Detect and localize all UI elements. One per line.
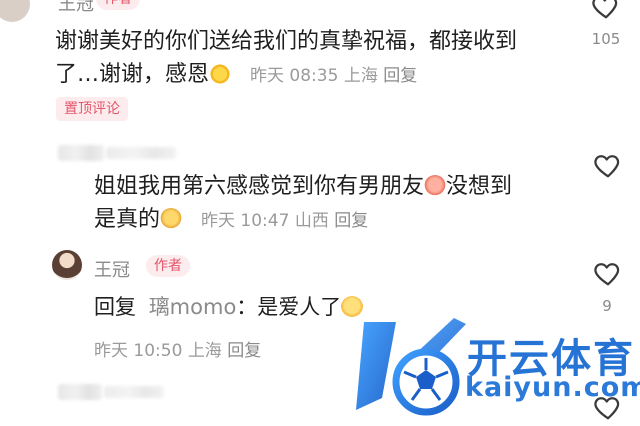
reply-link[interactable]: 回复 xyxy=(334,211,368,231)
reply-link[interactable]: 回复 xyxy=(383,66,417,86)
like-heart-icon[interactable] xyxy=(593,258,623,288)
reply-text: 回复 璃momo：是爱人了 xyxy=(94,291,574,324)
blurred-username xyxy=(104,386,164,398)
author-badge: 作者 xyxy=(146,255,190,277)
blushing-emoji-icon xyxy=(424,175,447,197)
sun-emoji-icon xyxy=(209,63,232,85)
blurred-avatar xyxy=(58,145,104,161)
watermark-logo-icon xyxy=(356,310,468,422)
blurred-username xyxy=(106,147,176,159)
blurred-avatar xyxy=(58,384,102,400)
avatar[interactable] xyxy=(0,0,30,22)
pinned-comment-badge: 置顶评论 xyxy=(56,97,128,121)
comment-meta: 昨天 08:35 上海 回复 xyxy=(250,66,418,86)
username[interactable]: 王冠 xyxy=(58,0,94,16)
comment-meta: 昨天 10:47 山西 回复 xyxy=(201,211,369,231)
like-count: 9 xyxy=(602,297,612,315)
chick-emoji-icon xyxy=(160,208,183,230)
username[interactable]: 王冠 xyxy=(94,256,130,282)
reply-link[interactable]: 回复 xyxy=(227,341,261,361)
reply-target-link[interactable]: 璃momo xyxy=(149,295,237,319)
like-heart-icon[interactable] xyxy=(591,0,621,21)
comment-text: 姐姐我用第六感感觉到你有男朋友 没想到 是真的 昨天 10:47 山西 回复 xyxy=(94,174,513,232)
comment-meta: 昨天 10:50 上海 回复 xyxy=(94,341,262,361)
comment-text: 谢谢美好的你们送给我们的真挚祝福，都接收到 了…谢谢，感恩 昨天 08:35 上… xyxy=(55,29,518,87)
avatar[interactable] xyxy=(52,250,82,280)
author-badge: 作者 xyxy=(96,0,140,10)
watermark-url: kaiyun.com xyxy=(465,372,640,403)
like-heart-icon[interactable] xyxy=(593,150,623,180)
